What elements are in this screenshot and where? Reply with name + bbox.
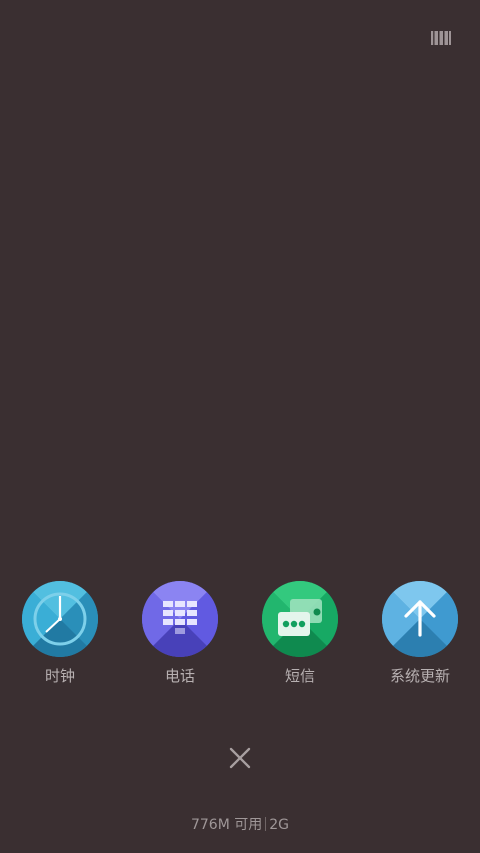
app-phone[interactable]: 电话 [128,581,232,691]
dialpad-icon[interactable] [142,581,218,657]
memory-total: 2G [269,817,290,833]
app-label: 电话 [164,667,195,685]
close-icon[interactable] [228,746,252,770]
app-label: 时钟 [44,667,75,685]
app-messages[interactable]: 短信 [248,581,352,691]
app-label: 系统更新 [389,667,450,685]
app-label: 短信 [284,667,315,685]
message-icon[interactable] [262,581,338,657]
app-clock[interactable]: 时钟 [8,581,112,691]
memory-available: 776M 可用 [190,817,263,833]
upload-icon[interactable] [382,581,458,657]
app-system-update[interactable]: 系统更新 [368,581,472,691]
recent-apps-row: 时钟 电话 短信 系统更新 [0,581,480,691]
task-list-icon[interactable] [431,30,451,46]
clock-icon[interactable] [22,581,98,657]
memory-separator [265,817,267,831]
memory-status: 776M 可用 2G [0,815,480,835]
